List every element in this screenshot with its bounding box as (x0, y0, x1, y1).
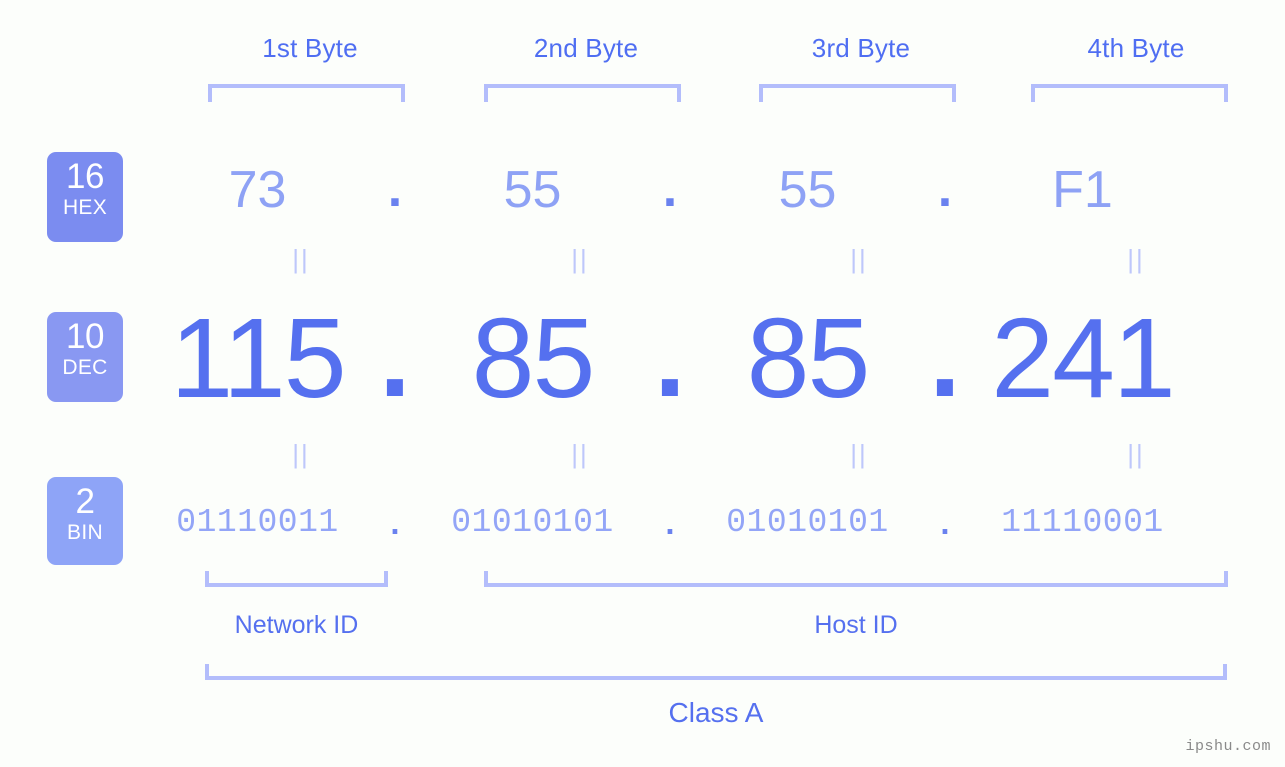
bin-separator-2: . (665, 503, 675, 541)
bin-octet-row: 01110011 . 01010101 . 01010101 . 1111000… (150, 495, 1285, 550)
byte-header-1: 1st Byte (262, 33, 358, 63)
byte-bracket-1 (208, 84, 405, 102)
equals-connector-hex-dec-3: || (850, 244, 868, 274)
byte-header-2: 2nd Byte (533, 33, 639, 63)
class-label: Class A (668, 697, 764, 728)
byte-bracket-2 (484, 84, 681, 102)
hex-octet-4: F1 (1052, 161, 1113, 219)
hex-separator-3: . (937, 160, 953, 219)
dec-octet-2: 85 (471, 294, 596, 421)
byte-bracket-4 (1031, 84, 1228, 102)
hex-octet-3: 55 (778, 161, 837, 219)
class-bracket (205, 664, 1227, 680)
hex-separator-2: . (662, 160, 678, 219)
base-badge-dec: 10 DEC (47, 312, 123, 402)
ip-address-breakdown-diagram: 1st Byte 2nd Byte 3rd Byte 4th Byte 16 H… (0, 0, 1285, 767)
base-badge-bin-number: 2 (75, 482, 95, 521)
bin-octet-3: 01010101 (726, 504, 889, 541)
dec-octet-1: 115 (170, 294, 346, 421)
dec-separator-2: . (654, 294, 686, 421)
dec-separator-1: . (379, 294, 411, 421)
equals-connector-dec-bin-3: || (850, 439, 868, 469)
equals-connector-dec-bin-1: || (292, 439, 310, 469)
bin-separator-3: . (940, 503, 950, 541)
byte-header-4: 4th Byte (1087, 33, 1185, 63)
byte-header-3: 3rd Byte (811, 33, 911, 63)
equals-connector-dec-bin-2: || (571, 439, 589, 469)
dec-separator-3: . (929, 294, 961, 421)
base-badge-hex-number: 16 (66, 157, 104, 196)
base-badge-dec-abbr: DEC (62, 356, 108, 379)
base-badge-bin-abbr: BIN (67, 521, 103, 544)
hex-octet-1: 73 (228, 161, 287, 219)
network-id-label: Network ID (234, 611, 359, 639)
byte-bracket-3 (759, 84, 956, 102)
hex-separator-1: . (387, 160, 403, 219)
base-badge-bin: 2 BIN (47, 477, 123, 565)
hex-octet-row: 73 . 55 . 55 . F1 (150, 150, 1285, 230)
equals-connector-dec-bin-4: || (1127, 439, 1145, 469)
host-id-bracket (484, 571, 1228, 587)
bin-octet-1: 01110011 (176, 504, 339, 541)
network-id-bracket (205, 571, 388, 587)
host-id-label: Host ID (814, 611, 898, 639)
dec-octet-4: 241 (991, 294, 1176, 421)
base-badge-hex-abbr: HEX (62, 196, 108, 219)
hex-octet-2: 55 (503, 161, 562, 219)
base-badge-hex: 16 HEX (47, 152, 123, 242)
bin-separator-1: . (390, 503, 400, 541)
base-badge-dec-number: 10 (66, 317, 104, 356)
equals-connector-hex-dec-1: || (292, 244, 310, 274)
dec-octet-row: 115 . 85 . 85 . 241 (150, 294, 1285, 421)
site-watermark: ipshu.com (1185, 738, 1271, 755)
bin-octet-4: 11110001 (1001, 504, 1164, 541)
equals-connector-hex-dec-4: || (1127, 244, 1145, 274)
equals-connector-hex-dec-2: || (571, 244, 589, 274)
bin-octet-2: 01010101 (451, 504, 614, 541)
dec-octet-3: 85 (746, 294, 871, 421)
